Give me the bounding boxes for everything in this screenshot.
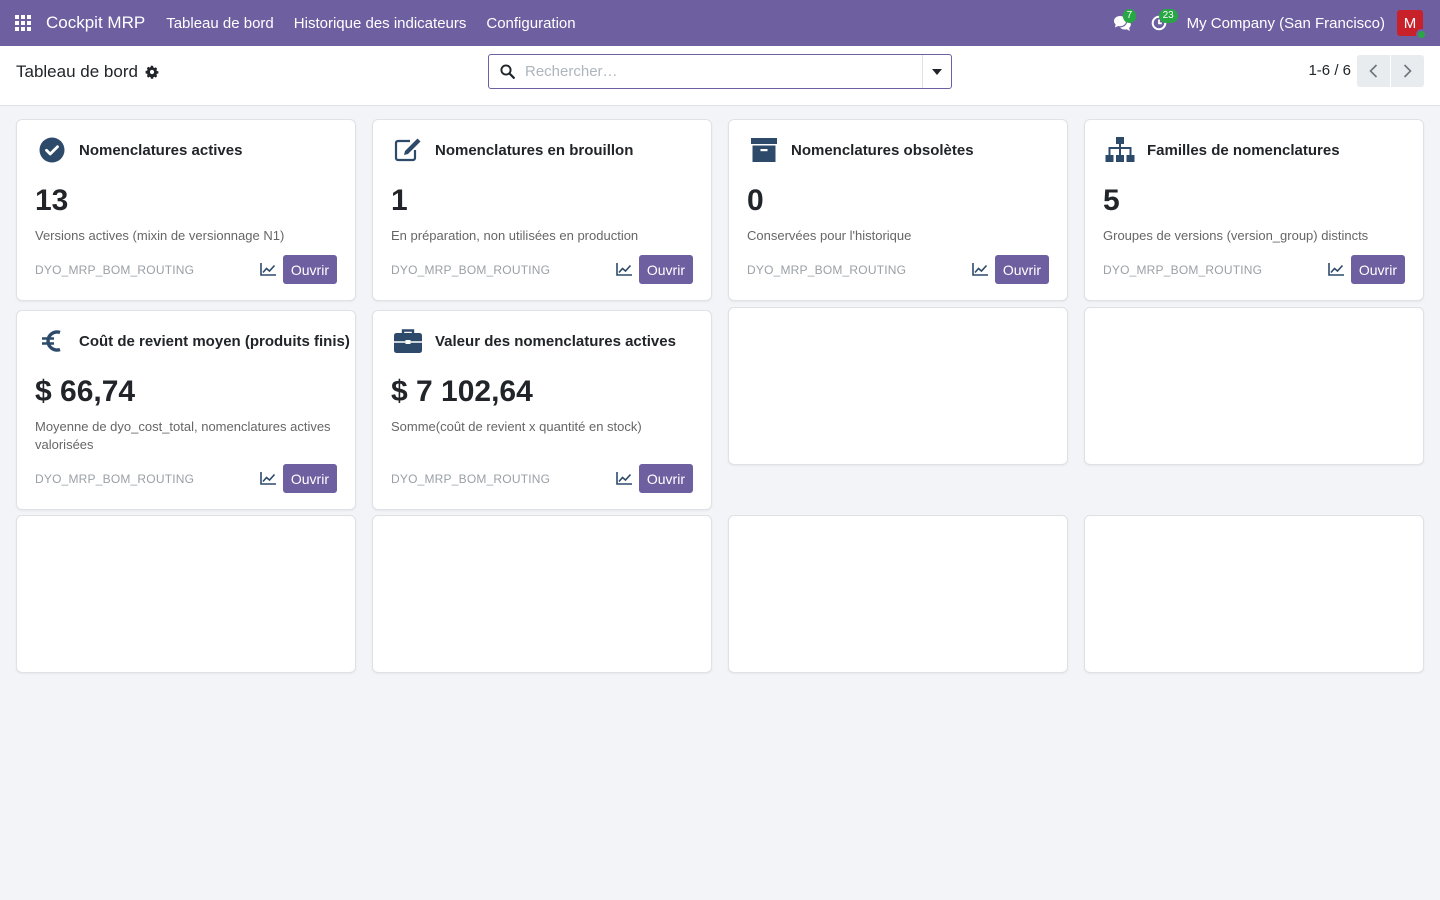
online-status-dot (1416, 29, 1427, 40)
chart-line-icon[interactable] (613, 472, 635, 485)
activities-count-badge: 23 (1158, 9, 1178, 23)
kpi-card-bom-families: Familles de nomenclatures 5 Groupes de v… (1084, 119, 1424, 301)
card-description: Conservées pour l'historique (747, 228, 912, 243)
control-panel: Tableau de bord 1-6 / 6 (0, 46, 1440, 106)
gear-icon[interactable] (145, 65, 159, 79)
apps-menu-button[interactable] (0, 0, 46, 46)
chart-line-icon[interactable] (1325, 263, 1347, 276)
card-value: 0 (747, 184, 764, 217)
open-button[interactable]: Ouvrir (994, 255, 1049, 284)
card-title: Coût de revient moyen (produits finis) (79, 333, 350, 350)
card-title: Nomenclatures actives (79, 142, 243, 159)
empty-card-placeholder (728, 307, 1068, 465)
kpi-card-active-boms: Nomenclatures actives 13 Versions active… (16, 119, 356, 301)
card-value: 1 (391, 184, 408, 217)
card-description: Versions actives (mixin de versionnage N… (35, 228, 285, 243)
card-value: $ 66,74 (35, 375, 136, 408)
open-button[interactable]: Ouvrir (1350, 255, 1405, 284)
empty-card-placeholder (1084, 515, 1424, 673)
search-options-toggle[interactable] (922, 55, 951, 88)
briefcase-icon (391, 327, 425, 355)
pager-value[interactable]: 1-6 / 6 (1308, 62, 1351, 79)
card-footer: DYO_MRP_BOM_ROUTING Ouvrir (391, 255, 693, 284)
search-input[interactable] (525, 63, 922, 80)
main-navbar: Cockpit MRP Tableau de bord Historique d… (0, 0, 1440, 46)
chart-line-icon[interactable] (969, 263, 991, 276)
card-model: DYO_MRP_BOM_ROUTING (1103, 262, 1263, 277)
open-button[interactable]: Ouvrir (282, 464, 337, 493)
card-footer: DYO_MRP_BOM_ROUTING Ouvrir (391, 464, 693, 493)
euro-icon (35, 327, 69, 355)
check-circle-icon (35, 136, 69, 164)
card-model: DYO_MRP_BOM_ROUTING (35, 262, 195, 277)
breadcrumb: Tableau de bord (16, 62, 159, 82)
empty-card-placeholder (372, 515, 712, 673)
card-description: Moyenne de dyo_cost_total, nomenclatures… (35, 419, 331, 452)
chevron-right-icon (1403, 64, 1412, 78)
card-footer: DYO_MRP_BOM_ROUTING Ouvrir (35, 255, 337, 284)
page-title: Tableau de bord (16, 62, 138, 81)
card-footer: DYO_MRP_BOM_ROUTING Ouvrir (35, 464, 337, 493)
activities-button[interactable]: 23 (1141, 0, 1178, 46)
card-model: DYO_MRP_BOM_ROUTING (391, 471, 551, 486)
card-title: Familles de nomenclatures (1147, 142, 1340, 159)
menu-configuration[interactable]: Configuration (476, 15, 585, 32)
chart-line-icon[interactable] (613, 263, 635, 276)
messages-button[interactable]: 7 (1105, 0, 1141, 46)
user-avatar[interactable]: M (1397, 10, 1427, 40)
sitemap-icon (1103, 136, 1137, 164)
menu-dashboard[interactable]: Tableau de bord (156, 15, 284, 32)
card-model: DYO_MRP_BOM_ROUTING (747, 262, 907, 277)
avatar-initial: M (1403, 14, 1417, 32)
open-button[interactable]: Ouvrir (282, 255, 337, 284)
card-value: $ 7 102,64 (391, 375, 533, 408)
edit-icon (391, 136, 425, 164)
pager-previous-button[interactable] (1357, 55, 1390, 87)
card-footer: DYO_MRP_BOM_ROUTING Ouvrir (1103, 255, 1405, 284)
card-title: Nomenclatures en brouillon (435, 142, 634, 159)
pager-buttons (1357, 55, 1424, 87)
chart-line-icon[interactable] (257, 263, 279, 276)
card-description: Somme(coût de revient x quantité en stoc… (391, 419, 642, 434)
app-name[interactable]: Cockpit MRP (46, 13, 145, 33)
company-switcher[interactable]: My Company (San Francisco) (1177, 15, 1397, 32)
card-model: DYO_MRP_BOM_ROUTING (35, 471, 195, 486)
open-button[interactable]: Ouvrir (638, 464, 693, 493)
caret-down-icon (932, 68, 942, 75)
pager-next-button[interactable] (1391, 55, 1424, 87)
messages-count-badge: 7 (1122, 9, 1137, 23)
card-description: Groupes de versions (version_group) dist… (1103, 228, 1369, 243)
empty-card-placeholder (728, 515, 1068, 673)
search-icon (489, 64, 525, 79)
kpi-card-obsolete-boms: Nomenclatures obsolètes 0 Conservées pou… (728, 119, 1068, 301)
card-model: DYO_MRP_BOM_ROUTING (391, 262, 551, 277)
chart-line-icon[interactable] (257, 472, 279, 485)
card-description: En préparation, non utilisées en product… (391, 228, 639, 243)
empty-card-placeholder (1084, 307, 1424, 465)
menu-indicator-history[interactable]: Historique des indicateurs (284, 15, 477, 32)
kpi-card-active-bom-value: Valeur des nomenclatures actives $ 7 102… (372, 310, 712, 510)
kpi-card-average-cost: Coût de revient moyen (produits finis) $… (16, 310, 356, 510)
kpi-card-draft-boms: Nomenclatures en brouillon 1 En préparat… (372, 119, 712, 301)
chevron-left-icon (1369, 64, 1378, 78)
card-title: Nomenclatures obsolètes (791, 142, 974, 159)
apps-grid-icon (15, 15, 31, 31)
card-title: Valeur des nomenclatures actives (435, 333, 676, 350)
card-value: 5 (1103, 184, 1120, 217)
archive-icon (747, 136, 781, 164)
card-value: 13 (35, 184, 69, 217)
search-bar (488, 54, 952, 89)
open-button[interactable]: Ouvrir (638, 255, 693, 284)
empty-card-placeholder (16, 515, 356, 673)
card-footer: DYO_MRP_BOM_ROUTING Ouvrir (747, 255, 1049, 284)
